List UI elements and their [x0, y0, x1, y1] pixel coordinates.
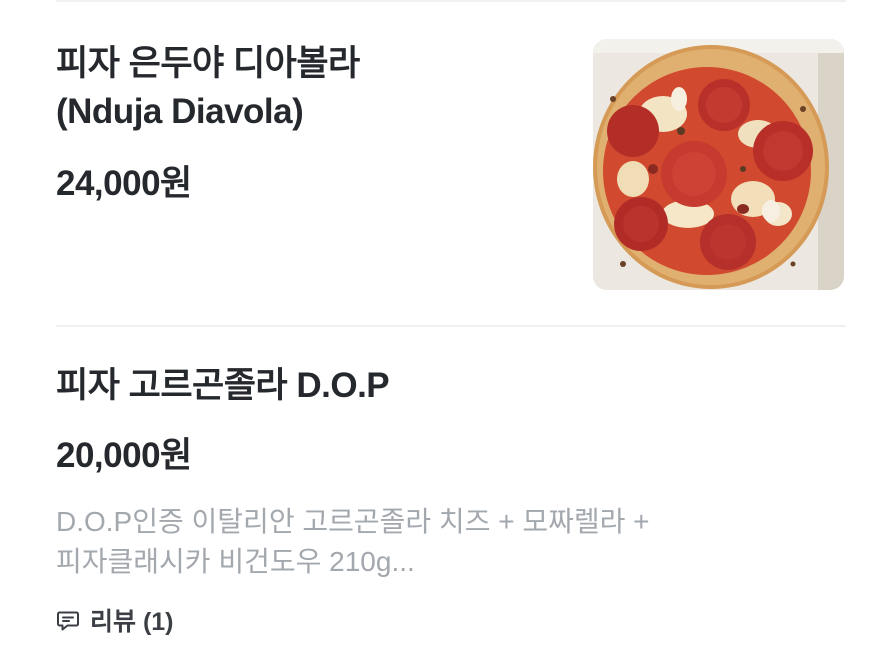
- menu-item-price: 24,000원: [56, 164, 192, 203]
- review-label: 리뷰 (1): [90, 608, 174, 636]
- top-divider: [56, 0, 846, 2]
- comment-icon: [57, 611, 79, 631]
- menu-item-price: 20,000원: [56, 436, 192, 475]
- pizza-image: [593, 39, 844, 290]
- menu-item-name: 피자 은두야 디아볼라 (Nduja Diavola): [56, 44, 360, 131]
- menu-item-description: D.O.P인증 이탈리안 고르곤졸라 치즈 + 모짜렐라 + 피자클래시카 비건…: [56, 506, 650, 577]
- menu-item-name: 피자 고르곤졸라 D.O.P: [56, 366, 390, 405]
- item-divider: [56, 325, 846, 327]
- menu-item-gorgonzola[interactable]: 피자 고르곤졸라 D.O.P 20,000원 D.O.P인증 이탈리안 고르곤졸…: [56, 362, 836, 638]
- review-link[interactable]: 리뷰 (1): [56, 602, 836, 638]
- menu-item-photo[interactable]: [593, 39, 844, 290]
- menu-item-nduja-diavola[interactable]: 피자 은두야 디아볼라 (Nduja Diavola) 24,000원: [56, 40, 576, 208]
